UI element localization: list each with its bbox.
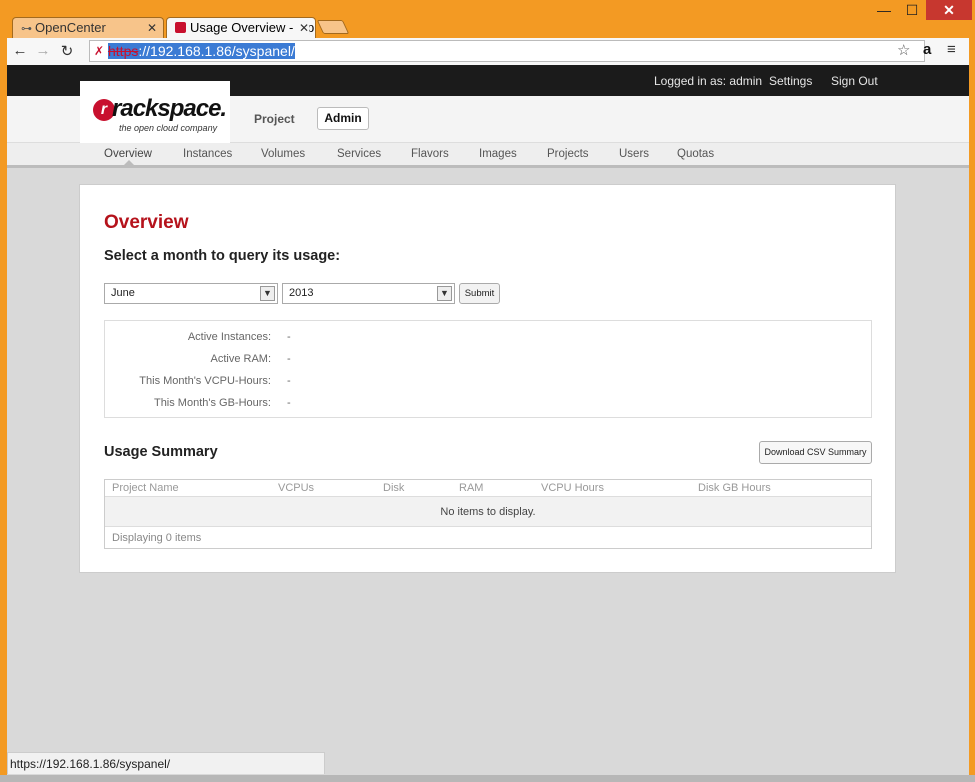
close-window-button[interactable]: ✕ (926, 0, 972, 20)
content-panel: Overview Select a month to query its usa… (79, 184, 896, 573)
close-tab-icon[interactable]: ✕ (147, 18, 157, 38)
nav-quotas[interactable]: Quotas (677, 148, 714, 160)
table-footer: Displaying 0 items (112, 532, 202, 544)
url-path: /syspanel/ (231, 43, 295, 59)
stat-value: - (287, 353, 291, 365)
month-query-heading: Select a month to query its usage: (104, 248, 341, 264)
nav-images[interactable]: Images (479, 148, 517, 160)
browser-toolbar: ← → ↻ ✗ https://192.168.1.86/syspanel/ ☆… (7, 38, 969, 65)
column-header[interactable]: VCPUs (278, 482, 314, 494)
admin-subnav: Overview Instances Volumes Services Flav… (7, 143, 969, 168)
new-tab-button[interactable] (316, 20, 350, 34)
amazon-extension-icon[interactable]: a (923, 41, 931, 58)
tab-label: Usage Overview - Op (190, 20, 315, 35)
brand-tagline: the open cloud company (119, 123, 218, 133)
column-header[interactable]: Project Name (112, 482, 179, 494)
tab-usage-overview[interactable]: Usage Overview - Op ✕ (166, 17, 316, 39)
admin-dashboard-button[interactable]: Admin (317, 107, 369, 130)
stat-label: This Month's GB-Hours: (153, 397, 271, 409)
stat-label: Active Instances: (187, 331, 271, 343)
tab-strip: ⊶ OpenCenter ✕ Usage Overview - Op ✕ — ☐ … (0, 0, 975, 39)
logged-in-label: Logged in as: admin (654, 74, 763, 88)
url-scheme: https (108, 43, 139, 59)
tab-label: OpenCenter (35, 20, 106, 35)
forward-icon[interactable]: → (34, 42, 52, 59)
nav-flavors[interactable]: Flavors (411, 148, 449, 160)
taskbar (0, 775, 975, 782)
favicon-icon (175, 22, 186, 33)
table-header: Project Name VCPUs Disk RAM VCPU Hours D… (105, 480, 871, 497)
stat-value: - (287, 331, 291, 343)
usage-summary-heading: Usage Summary (104, 444, 218, 460)
month-value: June (111, 287, 135, 299)
chevron-down-icon: ▼ (260, 286, 275, 301)
stat-value: - (287, 375, 291, 387)
page-viewport: Logged in as: admin Settings Sign Out r … (7, 65, 969, 775)
nav-services[interactable]: Services (337, 148, 381, 160)
usage-table: Project Name VCPUs Disk RAM VCPU Hours D… (104, 479, 872, 549)
column-header[interactable]: VCPU Hours (541, 482, 604, 494)
submit-button[interactable]: Submit (459, 283, 500, 304)
active-nav-caret (124, 160, 134, 165)
usage-stats-box: Active Instances: - Active RAM: - This M… (104, 320, 872, 418)
tab-opencenter[interactable]: ⊶ OpenCenter ✕ (12, 17, 164, 39)
column-header[interactable]: Disk (383, 482, 404, 494)
stat-value: - (287, 397, 291, 409)
stat-label: This Month's VCPU-Hours: (139, 375, 271, 387)
month-select[interactable]: June ▼ (104, 283, 278, 304)
rackspace-logo[interactable]: r rackspace. the open cloud company (80, 81, 230, 143)
back-icon[interactable]: ← (11, 42, 29, 59)
empty-table-message: No items to display. (105, 497, 871, 527)
stat-label: Active RAM: (210, 353, 271, 365)
maximize-button[interactable]: ☐ (898, 0, 926, 20)
close-tab-icon[interactable]: ✕ (296, 18, 309, 38)
chrome-menu-icon[interactable]: ≡ (947, 41, 956, 58)
chevron-down-icon: ▼ (437, 286, 452, 301)
settings-link[interactable]: Settings (769, 74, 812, 88)
sign-out-link[interactable]: Sign Out (831, 74, 878, 88)
column-header[interactable]: Disk GB Hours (698, 482, 771, 494)
nav-users[interactable]: Users (619, 148, 649, 160)
insecure-lock-icon: ✗ (94, 44, 105, 58)
nav-volumes[interactable]: Volumes (261, 148, 305, 160)
brand-name: rackspace. (112, 95, 227, 122)
year-value: 2013 (289, 287, 314, 299)
minimize-button[interactable]: — (870, 0, 898, 20)
reload-icon[interactable]: ↻ (58, 42, 76, 60)
column-header[interactable]: RAM (459, 482, 483, 494)
bookmark-star-icon[interactable]: ☆ (897, 41, 910, 59)
url-host: ://192.168.1.86 (138, 43, 232, 59)
project-dashboard-link[interactable]: Project (254, 112, 295, 126)
nav-overview[interactable]: Overview (104, 148, 152, 160)
download-csv-button[interactable]: Download CSV Summary (759, 441, 872, 464)
address-bar[interactable]: ✗ https://192.168.1.86/syspanel/ (89, 40, 925, 62)
page-title: Overview (104, 212, 189, 233)
nav-instances[interactable]: Instances (183, 148, 232, 160)
status-bar: https://192.168.1.86/syspanel/ (7, 752, 325, 774)
key-icon: ⊶ (21, 23, 32, 35)
site-header: r rackspace. the open cloud company Proj… (7, 81, 969, 143)
year-select[interactable]: 2013 ▼ (282, 283, 455, 304)
nav-projects[interactable]: Projects (547, 148, 589, 160)
